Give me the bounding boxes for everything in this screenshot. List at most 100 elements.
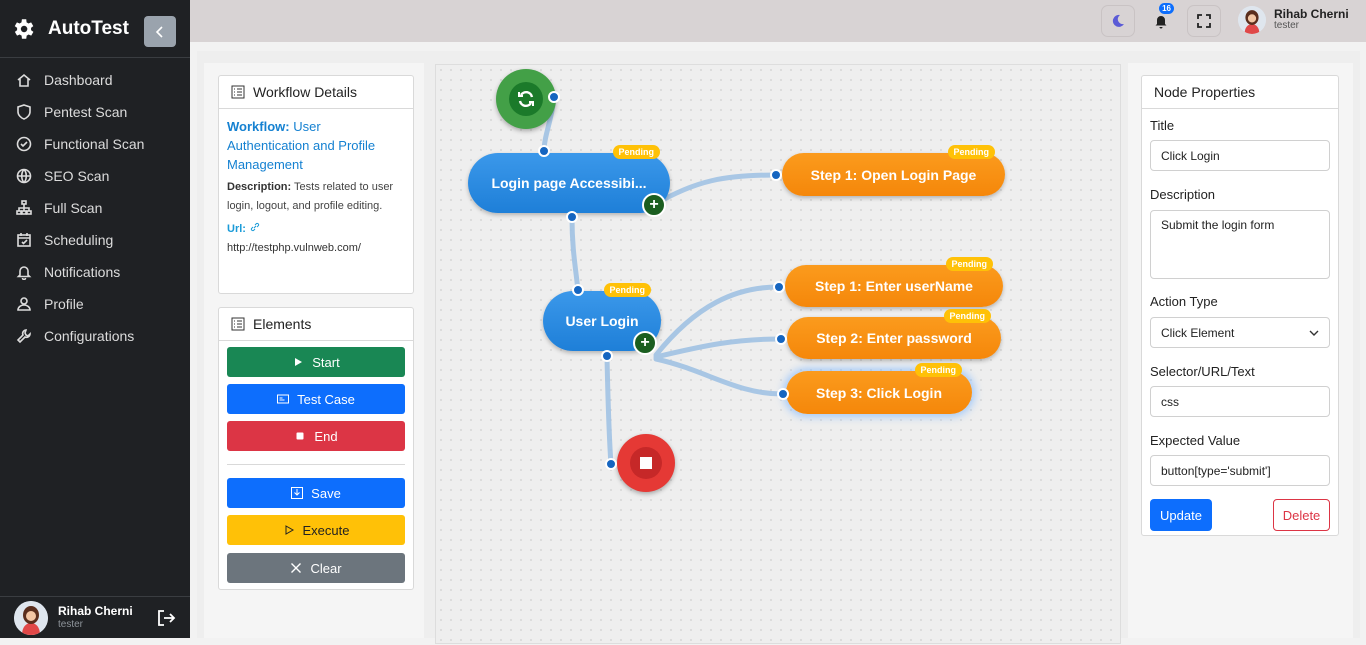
input-handle[interactable]	[777, 388, 789, 400]
workflow-label: Workflow:	[227, 119, 290, 134]
input-handle[interactable]	[538, 145, 550, 157]
calendar-icon	[17, 233, 31, 247]
sidebar-item-seo-scan[interactable]: SEO Scan	[0, 160, 190, 192]
sidebar-item-scheduling[interactable]: Scheduling	[0, 224, 190, 256]
end-input-handle[interactable]	[605, 458, 617, 470]
output-handle[interactable]	[601, 350, 613, 362]
input-handle[interactable]	[572, 284, 584, 296]
sidebar-item-dashboard[interactable]: Dashboard	[0, 64, 190, 96]
globe-icon	[16, 168, 32, 184]
topbar: 16 Rihab Cherni tester	[190, 0, 1366, 42]
app-name: AutoTest	[48, 17, 129, 39]
node-title: Step 2: Enter password	[816, 330, 972, 346]
notification-count-badge: 16	[1159, 3, 1174, 14]
test-case-element-button[interactable]: Test Case	[227, 384, 405, 414]
download-icon	[291, 487, 304, 499]
end-label: End	[314, 428, 338, 444]
fullscreen-button[interactable]	[1187, 5, 1221, 37]
clear-button[interactable]: Clear	[227, 553, 405, 583]
sidebar-item-configurations[interactable]: Configurations	[0, 320, 190, 352]
play-icon	[295, 358, 303, 366]
sidebar-item-full-scan[interactable]: Full Scan	[0, 192, 190, 224]
end-node[interactable]	[617, 434, 675, 492]
delete-button[interactable]: Delete	[1273, 499, 1330, 531]
start-label: Start	[312, 354, 340, 370]
avatar	[14, 600, 48, 635]
sidebar-user-name: Rihab Cherni	[58, 603, 133, 618]
description-label: Description:	[227, 181, 292, 193]
input-handle[interactable]	[770, 169, 782, 181]
sidebar-item-notifications[interactable]: Notifications	[0, 256, 190, 288]
pending-badge: Pending	[914, 363, 962, 377]
bell-icon	[16, 266, 32, 280]
avatar	[1238, 6, 1266, 34]
url-label: Url:	[227, 223, 246, 235]
stop-icon	[640, 457, 652, 469]
link-icon	[250, 222, 259, 232]
step-node-enter-password[interactable]: Step 2: Enter password Pending	[787, 309, 1001, 359]
start-node[interactable]	[496, 69, 556, 129]
selector-input[interactable]	[1150, 386, 1330, 417]
step-node-click-login[interactable]: Step 3: Click Login Pending	[786, 363, 972, 414]
sidebar-item-label: SEO Scan	[44, 168, 110, 184]
output-handle[interactable]	[566, 211, 578, 223]
selector-label: Selector/URL/Text	[1150, 364, 1255, 379]
node-title: Step 1: Open Login Page	[810, 166, 977, 183]
list-icon	[231, 317, 245, 331]
main-content: Workflow Details Workflow: User Authenti…	[197, 51, 1360, 644]
add-step-button[interactable]: +	[633, 331, 657, 355]
sidebar-item-functional-scan[interactable]: Functional Scan	[0, 128, 190, 160]
topbar-user-role: tester	[1274, 20, 1300, 31]
sidebar-collapse-button[interactable]	[144, 16, 176, 47]
node-properties-title: Node Properties	[1154, 84, 1256, 100]
topbar-user[interactable]: Rihab Cherni tester	[1238, 6, 1349, 34]
sidebar-item-label: Dashboard	[44, 72, 113, 88]
end-element-button[interactable]: End	[227, 421, 405, 451]
home-icon	[17, 73, 31, 87]
sitemap-icon	[16, 200, 32, 215]
wrench-icon	[16, 329, 31, 344]
bell-icon	[1155, 16, 1167, 29]
sidebar-user-role: tester	[58, 618, 84, 630]
workflow-details-header: Workflow Details	[219, 76, 413, 109]
start-output-handle[interactable]	[548, 91, 560, 103]
elements-title: Elements	[253, 316, 312, 332]
description-label: Description	[1150, 187, 1216, 202]
sidebar-item-label: Pentest Scan	[44, 104, 128, 120]
start-element-button[interactable]: Start	[227, 347, 405, 377]
add-step-button[interactable]: +	[642, 193, 666, 217]
shield-icon	[17, 104, 31, 120]
topbar-user-name: Rihab Cherni	[1274, 7, 1349, 21]
save-button[interactable]: Save	[227, 478, 405, 508]
expected-value-input[interactable]	[1150, 455, 1330, 486]
step-node-enter-username[interactable]: Step 1: Enter userName Pending	[785, 257, 1003, 307]
play-outline-icon	[285, 525, 294, 535]
chevron-left-icon	[155, 25, 163, 38]
workflow-canvas[interactable]: Login page Accessibi... Pending + Step 1…	[435, 64, 1121, 644]
close-icon	[291, 563, 302, 573]
action-type-select[interactable]: Click Element	[1150, 317, 1330, 348]
notifications-button[interactable]: 16	[1144, 3, 1178, 37]
description-textarea[interactable]: Submit the login form	[1150, 210, 1330, 279]
edge-test-case-2-to-step-b3	[653, 356, 785, 397]
sidebar-item-pentest-scan[interactable]: Pentest Scan	[0, 96, 190, 128]
logout-icon[interactable]	[156, 609, 176, 627]
execute-button[interactable]: Execute	[227, 515, 405, 545]
title-input[interactable]	[1150, 140, 1330, 171]
sidebar-item-profile[interactable]: Profile	[0, 288, 190, 320]
clear-label: Clear	[310, 560, 342, 576]
node-properties-header: Node Properties	[1142, 76, 1338, 109]
input-handle[interactable]	[775, 333, 787, 345]
input-handle[interactable]	[773, 281, 785, 293]
workflow-url[interactable]: http://testphp.vulnweb.com/	[227, 239, 405, 258]
execute-label: Execute	[302, 522, 350, 538]
dark-mode-toggle[interactable]	[1101, 5, 1135, 37]
sidebar-item-label: Full Scan	[44, 200, 103, 216]
elements-header: Elements	[219, 308, 413, 341]
edge-test-case-2-to-end	[604, 354, 614, 468]
sidebar-item-label: Configurations	[44, 328, 135, 344]
divider	[227, 464, 405, 465]
update-button[interactable]: Update	[1150, 499, 1212, 531]
test-case-node-login-page[interactable]: Login page Accessibi... Pending	[468, 145, 670, 213]
step-node-open-login-page[interactable]: Step 1: Open Login Page Pending	[782, 145, 1005, 196]
